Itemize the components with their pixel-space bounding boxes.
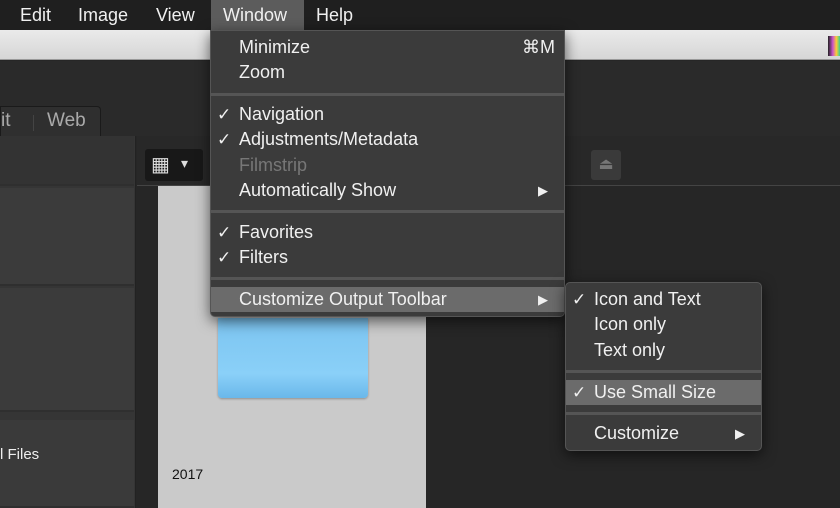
- menu-item-icon-only[interactable]: Icon only: [566, 312, 761, 337]
- label: Customize Output Toolbar: [239, 289, 447, 309]
- label: Navigation: [239, 104, 325, 124]
- checkmark-icon: ✓: [217, 130, 232, 149]
- separator: [566, 412, 761, 415]
- menu-item-text-only[interactable]: Text only: [566, 338, 761, 363]
- label: Automatically Show: [239, 180, 397, 200]
- menu-image[interactable]: Image: [66, 0, 140, 30]
- submenu-arrow-icon: ▶: [538, 292, 548, 307]
- label: Customize: [594, 423, 680, 443]
- menu-help[interactable]: Help: [304, 0, 365, 30]
- menu-bar: Edit Image View Window Help: [0, 0, 840, 30]
- view-mode-button[interactable]: ▦ ▾: [145, 149, 203, 181]
- tab-edit[interactable]: it: [1, 110, 11, 132]
- sidebar-item-files[interactable]: l Files: [0, 446, 39, 463]
- panel-section: [0, 188, 134, 286]
- label: Adjustments/Metadata: [239, 129, 419, 149]
- checkmark-icon: ✓: [217, 105, 232, 124]
- separator: [211, 93, 564, 96]
- menu-item-zoom[interactable]: Zoom: [211, 60, 564, 85]
- shortcut: ⌘M: [522, 37, 555, 57]
- menu-item-filters[interactable]: ✓ Filters: [211, 245, 564, 270]
- separator: [566, 370, 761, 373]
- tab-web[interactable]: Web: [47, 110, 86, 132]
- folder-label: 2017: [172, 466, 204, 482]
- menu-item-automatically-show[interactable]: Automatically Show ▶: [211, 178, 564, 203]
- menu-window[interactable]: Window: [211, 0, 304, 30]
- label: Filters: [239, 247, 288, 267]
- menu-edit[interactable]: Edit: [8, 0, 63, 30]
- checkmark-icon: ✓: [572, 383, 587, 402]
- module-tabs: it Web: [0, 106, 101, 136]
- label: Minimize: [239, 37, 311, 57]
- window-menu: Minimize ⌘M Zoom ✓ Navigation ✓ Adjustments…: [210, 30, 565, 317]
- separator: [211, 210, 564, 213]
- export-icon: ⏏: [598, 156, 614, 173]
- panel-section: [0, 288, 134, 412]
- menu-item-minimize[interactable]: Minimize ⌘M: [211, 35, 564, 60]
- checkmark-icon: ✓: [572, 290, 587, 309]
- panel-section: [0, 136, 134, 186]
- menu-item-navigation[interactable]: ✓ Navigation: [211, 102, 564, 127]
- label: Icon and Text: [594, 289, 701, 309]
- menu-item-customize[interactable]: Customize ▶: [566, 421, 761, 446]
- menu-item-filmstrip: Filmstrip: [239, 155, 307, 175]
- checkmark-icon: ✓: [217, 248, 232, 267]
- checkmark-icon: ✓: [217, 223, 232, 242]
- menu-item-favorites[interactable]: ✓ Favorites: [211, 220, 564, 245]
- separator: [211, 277, 564, 280]
- menu-item-use-small-size[interactable]: ✓ Use Small Size: [566, 380, 761, 405]
- chevron-down-icon: ▾: [181, 155, 189, 171]
- app-icon: [828, 36, 840, 56]
- menu-item-adjustments[interactable]: ✓ Adjustments/Metadata: [211, 127, 564, 152]
- menu-view[interactable]: View: [144, 0, 207, 30]
- folder-icon[interactable]: [218, 318, 368, 398]
- menu-item-customize-output-toolbar[interactable]: Customize Output Toolbar ▶: [211, 287, 564, 312]
- submenu-arrow-icon: ▶: [735, 426, 745, 441]
- grid-icon: ▦: [151, 154, 170, 176]
- label: Favorites: [239, 222, 314, 242]
- tab-divider: [33, 115, 34, 131]
- submenu-arrow-icon: ▶: [538, 183, 548, 198]
- label: Use Small Size: [594, 382, 717, 402]
- export-button[interactable]: ⏏: [591, 150, 621, 180]
- customize-toolbar-submenu: ✓ Icon and Text Icon only Text only ✓ Use …: [565, 282, 762, 451]
- menu-item-icon-and-text[interactable]: ✓ Icon and Text: [566, 287, 761, 312]
- panel-section: [0, 420, 134, 508]
